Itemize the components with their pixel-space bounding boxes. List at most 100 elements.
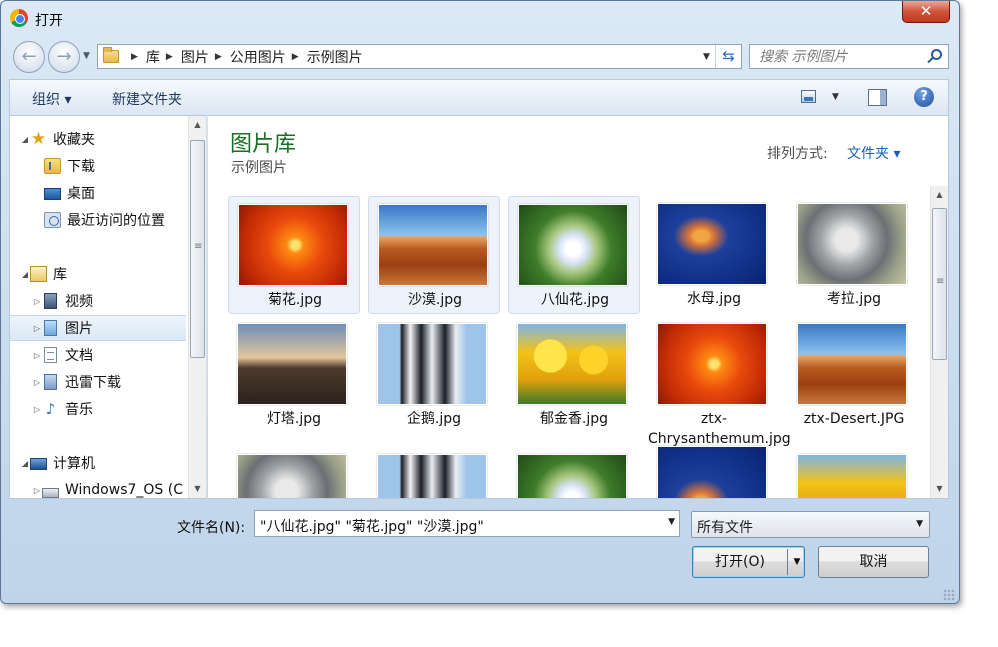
file-item[interactable]: [368, 454, 500, 498]
file-list-scrollbar[interactable]: ▲ ▼: [930, 186, 948, 498]
image-thumbnail: [237, 323, 347, 405]
music-icon: ♪: [45, 400, 56, 418]
open-options-dropdown-icon[interactable]: ▼: [789, 547, 805, 577]
tree-label: 桌面: [67, 186, 95, 202]
videos-icon: [44, 293, 57, 309]
change-view-icon[interactable]: [801, 90, 816, 103]
tree-label: 最近访问的位置: [67, 213, 165, 229]
tree-item-music[interactable]: ▷ ♪ 音乐: [10, 396, 186, 422]
tree-label: 音乐: [65, 402, 93, 418]
collapse-icon[interactable]: ▷: [32, 378, 42, 387]
file-item[interactable]: ztx-Chrysanthemum.jpg: [648, 316, 791, 447]
breadcrumb-arrow-icon[interactable]: ▶: [292, 52, 299, 62]
tree-item-libraries[interactable]: ◢ 库: [10, 261, 186, 287]
file-name: 灯塔.jpg: [266, 411, 322, 427]
breadcrumb-libraries[interactable]: 库: [146, 47, 160, 67]
expand-icon[interactable]: ◢: [20, 135, 30, 144]
open-button[interactable]: 打开(O): [693, 547, 787, 577]
scroll-up-icon[interactable]: ▲: [189, 116, 206, 133]
file-item[interactable]: 郁金香.jpg: [508, 316, 640, 434]
forward-button[interactable]: →: [48, 41, 80, 73]
title-bar[interactable]: 打开 ✕: [1, 1, 959, 35]
image-thumbnail: [377, 454, 487, 498]
breadcrumb-sample-pictures[interactable]: 示例图片: [307, 47, 363, 67]
search-input[interactable]: [750, 45, 920, 68]
tree-item-thunder-downloads[interactable]: ▷ 迅雷下载: [10, 369, 186, 395]
close-button[interactable]: ✕: [902, 1, 950, 23]
file-item[interactable]: 水母.jpg: [648, 196, 780, 314]
tree-item-desktop[interactable]: 桌面: [10, 180, 186, 206]
resize-grip-icon[interactable]: [943, 589, 955, 601]
address-dropdown-icon[interactable]: ▼: [697, 52, 715, 62]
tree-item-downloads[interactable]: 下载: [10, 153, 186, 179]
file-name: 水母.jpg: [686, 291, 742, 307]
breadcrumb-pictures[interactable]: 图片: [181, 47, 209, 67]
preview-pane-icon[interactable]: [868, 89, 887, 106]
file-type-select[interactable]: 所有文件 ▼: [691, 511, 930, 538]
collapse-icon[interactable]: ▷: [32, 405, 42, 414]
scroll-down-icon[interactable]: ▼: [931, 480, 948, 497]
file-item[interactable]: [788, 454, 920, 498]
file-item[interactable]: 八仙花.jpg: [508, 196, 640, 314]
search-icon[interactable]: [931, 49, 942, 60]
tree-label: 库: [53, 267, 67, 283]
expand-icon[interactable]: ◢: [20, 270, 30, 279]
tree-label: 视频: [65, 294, 93, 310]
image-thumbnail: [378, 204, 488, 286]
tree-item-documents[interactable]: ▷ 文档: [10, 342, 186, 368]
breadcrumb-public-pictures[interactable]: 公用图片: [230, 47, 286, 67]
tree-item-c-drive[interactable]: ▷ Windows7_OS (C: [10, 477, 186, 498]
new-folder-button[interactable]: 新建文件夹: [112, 89, 182, 109]
file-item[interactable]: 考拉.jpg: [788, 196, 920, 314]
filename-input[interactable]: "八仙花.jpg" "菊花.jpg" "沙漠.jpg" ▼: [254, 510, 680, 537]
tree-item-pictures[interactable]: ▷ 图片: [10, 315, 186, 341]
tree-label: 图片: [65, 321, 93, 337]
back-button[interactable]: ←: [13, 41, 45, 73]
file-item[interactable]: 灯塔.jpg: [228, 316, 360, 434]
image-thumbnail: [517, 323, 627, 405]
tree-item-recent-places[interactable]: 最近访问的位置: [10, 207, 186, 233]
tree-label: 计算机: [53, 456, 95, 472]
collapse-icon[interactable]: ▷: [32, 297, 42, 306]
collapse-icon[interactable]: ▷: [32, 324, 42, 333]
drive-icon: [42, 488, 59, 498]
scroll-up-icon[interactable]: ▲: [931, 186, 948, 203]
arrange-by-dropdown[interactable]: 文件夹 ▾: [847, 143, 900, 163]
collapse-icon[interactable]: ▷: [32, 486, 42, 495]
breadcrumb-arrow-icon[interactable]: ▶: [166, 52, 173, 62]
file-item[interactable]: [508, 454, 640, 498]
file-item[interactable]: 企鹅.jpg: [368, 316, 500, 434]
computer-icon: [30, 458, 47, 470]
help-icon[interactable]: ?: [914, 87, 934, 107]
expand-icon[interactable]: ◢: [20, 459, 30, 468]
breadcrumb-arrow-icon[interactable]: ▶: [131, 52, 138, 62]
address-bar[interactable]: ▶ 库 ▶ 图片 ▶ 公用图片 ▶ 示例图片 ▼ ⇆: [97, 44, 742, 69]
file-item[interactable]: [648, 446, 780, 498]
collapse-icon[interactable]: ▷: [32, 351, 42, 360]
view-options-dropdown[interactable]: ▼: [832, 92, 839, 102]
chrome-icon: [10, 9, 28, 27]
scrollbar-thumb[interactable]: [932, 208, 947, 360]
tree-item-videos[interactable]: ▷ 视频: [10, 288, 186, 314]
file-item[interactable]: 菊花.jpg: [228, 196, 360, 314]
sidebar-scrollbar[interactable]: ▲ ▼: [188, 116, 206, 498]
tree-item-favorites[interactable]: ◢ ★ 收藏夹: [10, 126, 186, 152]
scroll-down-icon[interactable]: ▼: [189, 480, 206, 497]
image-thumbnail: [377, 323, 487, 405]
recent-pages-dropdown[interactable]: ▼: [83, 51, 90, 61]
file-item[interactable]: [228, 454, 360, 498]
navigation-bar: ← → ▼ ▶ 库 ▶ 图片 ▶ 公用图片 ▶ 示例图片 ▼ ⇆: [1, 37, 959, 77]
breadcrumb-arrow-icon[interactable]: ▶: [215, 52, 222, 62]
chevron-down-icon[interactable]: ▼: [916, 519, 923, 529]
organize-button[interactable]: 组织 ▾: [32, 89, 71, 109]
filename-label: 文件名(N):: [177, 520, 246, 536]
refresh-icon[interactable]: ⇆: [715, 45, 741, 68]
filename-history-dropdown-icon[interactable]: ▼: [668, 517, 675, 527]
image-thumbnail: [797, 323, 907, 405]
search-box[interactable]: [749, 44, 949, 69]
cancel-button[interactable]: 取消: [818, 546, 929, 578]
scrollbar-thumb[interactable]: [190, 140, 205, 358]
file-item[interactable]: 沙漠.jpg: [368, 196, 500, 314]
tree-item-computer[interactable]: ◢ 计算机: [10, 450, 186, 476]
file-item[interactable]: ztx-Desert.JPG: [788, 316, 920, 434]
